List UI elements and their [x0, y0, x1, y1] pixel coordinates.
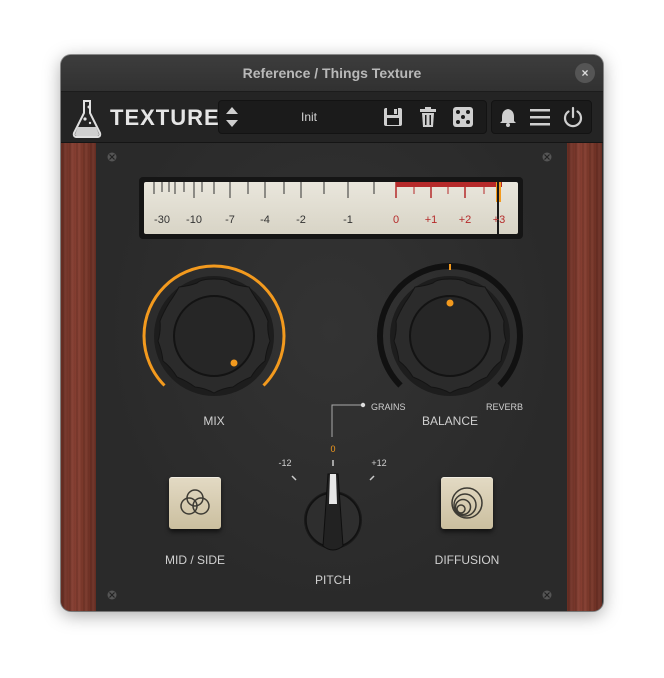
vu-scale-label: -30 [154, 214, 170, 226]
preset-selector[interactable]: Init [218, 100, 487, 134]
toolbar: TEXTURE Init [61, 92, 603, 143]
vu-scale-label: 0 [392, 214, 400, 226]
vu-meter: -30 -10 -7 -4 -2 -1 0 +1 +2 +3 [139, 177, 523, 239]
pitch-label: PITCH [315, 573, 351, 587]
diffusion-icon [451, 487, 483, 519]
wood-side-left [61, 143, 96, 611]
balance-label: BALANCE [421, 414, 479, 428]
updown-arrows-icon[interactable] [223, 104, 241, 130]
mid-side-icon [180, 489, 210, 515]
balance-left-label: GRAINS [371, 402, 406, 412]
vu-scale-label: -7 [225, 214, 235, 226]
vu-scale-label: -2 [296, 214, 306, 226]
bell-icon[interactable] [498, 107, 518, 127]
close-button[interactable]: × [575, 63, 595, 83]
trash-icon[interactable] [417, 106, 439, 128]
balance-knob-indicator [446, 299, 454, 307]
pitch-knob[interactable] [283, 452, 383, 572]
title-bar[interactable]: Reference / Things Texture × [61, 55, 603, 92]
diffusion-button[interactable] [441, 477, 493, 529]
vu-scale-label: -10 [186, 214, 202, 226]
utility-buttons [491, 100, 592, 134]
logo-text: TEXTURE [110, 105, 220, 130]
screw-icon [107, 152, 117, 162]
screw-icon [542, 590, 552, 600]
menu-icon[interactable] [529, 107, 551, 127]
screw-icon [542, 152, 552, 162]
mix-knob[interactable] [139, 261, 289, 411]
mix-label: MIX [203, 414, 225, 428]
window-title: Reference / Things Texture [242, 65, 422, 81]
pitch-connector-line [331, 402, 366, 437]
plugin-window: Reference / Things Texture × TEXTURE Ini… [61, 55, 603, 611]
balance-knob[interactable] [375, 261, 525, 411]
dice-icon[interactable] [452, 106, 474, 128]
power-icon[interactable] [562, 106, 584, 128]
save-icon[interactable] [382, 106, 404, 128]
vu-scale-label: +3 [492, 214, 506, 226]
wood-side-right [567, 143, 602, 611]
screw-icon [107, 590, 117, 600]
mix-knob-indicator [230, 359, 238, 367]
mid-side-label: MID / SIDE [164, 553, 225, 567]
diffusion-label: DIFFUSION [434, 553, 500, 567]
vu-scale-label: -1 [343, 214, 353, 226]
flask-icon [72, 100, 102, 138]
preset-name[interactable]: Init [279, 110, 339, 124]
vu-scale-label: +1 [424, 214, 438, 226]
vu-scale-label: +2 [458, 214, 472, 226]
balance-right-label: REVERB [486, 402, 524, 412]
vu-meter-face: -30 -10 -7 -4 -2 -1 0 +1 +2 +3 [144, 182, 518, 234]
mid-side-button[interactable] [169, 477, 221, 529]
vu-scale-label: -4 [260, 214, 270, 226]
